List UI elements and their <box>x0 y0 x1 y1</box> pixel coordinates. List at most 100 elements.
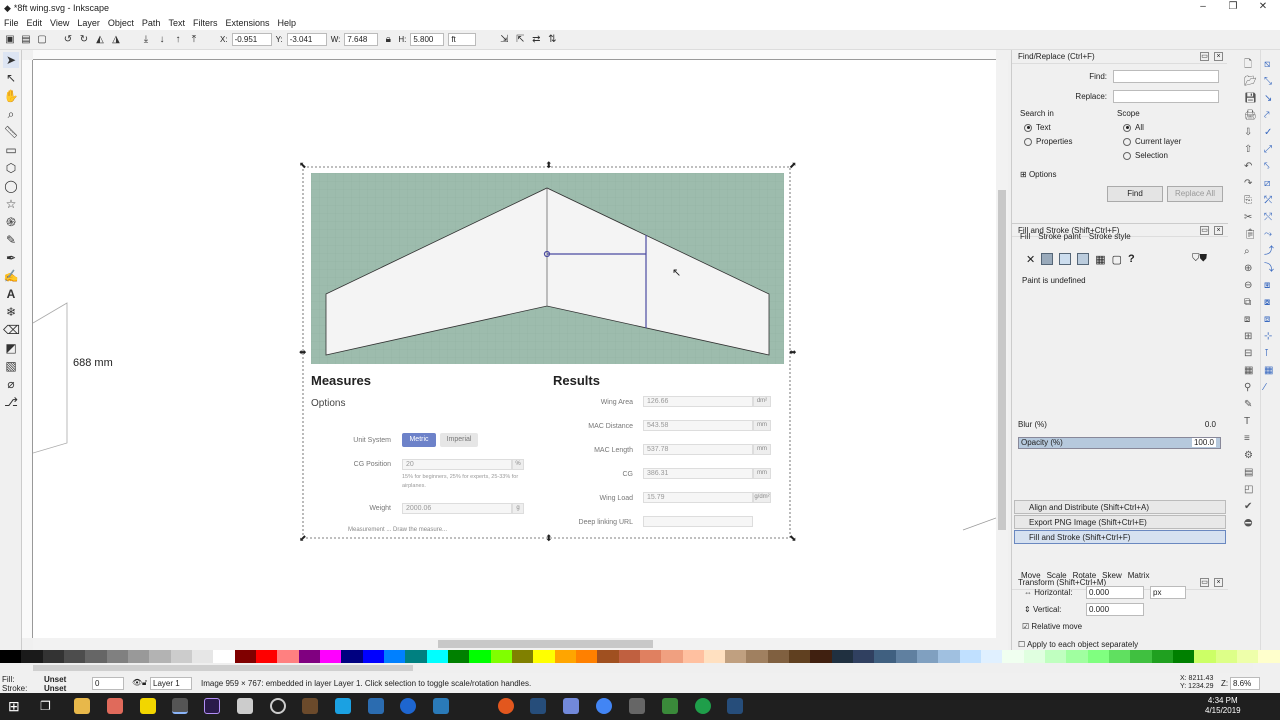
menu-file[interactable]: File <box>0 18 23 28</box>
menu-filters[interactable]: Filters <box>189 18 222 28</box>
rotate-ccw-icon[interactable]: ↺ <box>62 34 74 46</box>
palette-swatch[interactable] <box>1194 650 1216 663</box>
app-icon[interactable] <box>662 698 678 714</box>
blur-value[interactable]: 0.0 <box>1205 420 1216 429</box>
palette-swatch[interactable] <box>789 650 811 663</box>
discord-icon[interactable] <box>563 698 579 714</box>
palette-swatch[interactable] <box>319 650 342 663</box>
lower-icon[interactable]: ↓ <box>156 34 168 46</box>
vertical-scrollbar[interactable] <box>996 60 1008 638</box>
layer-visibility-icon[interactable]: 👁︎ <box>132 678 142 687</box>
app-icon[interactable] <box>107 698 123 714</box>
palette-swatch[interactable] <box>383 650 406 663</box>
premiere-icon[interactable] <box>204 698 220 714</box>
scale-corners-icon[interactable]: ⇱ <box>514 34 526 46</box>
search-text-radio[interactable]: Text <box>1024 123 1051 132</box>
scale-handle[interactable]: ⬉ <box>299 160 307 171</box>
vertical-ruler[interactable] <box>22 60 33 638</box>
palette-scroll-thumb[interactable] <box>33 665 413 671</box>
palette-swatch[interactable] <box>597 650 619 663</box>
palette-swatch[interactable] <box>661 650 683 663</box>
node-tool-icon[interactable]: ↖ <box>3 70 19 86</box>
weight-input[interactable]: 2000.06 <box>402 503 512 514</box>
palette-swatch[interactable] <box>1130 650 1152 663</box>
scale-handle[interactable]: ⬋ <box>299 533 307 544</box>
relative-move-checkbox[interactable]: ☑ Relative move <box>1022 622 1082 631</box>
palette-swatch[interactable] <box>341 650 363 663</box>
palette-swatch[interactable] <box>746 650 768 663</box>
calculator-icon[interactable] <box>237 698 253 714</box>
app-icon[interactable] <box>498 698 514 714</box>
palette-swatch[interactable] <box>106 650 128 663</box>
flat-color-icon[interactable] <box>1041 253 1054 265</box>
palette-swatch[interactable] <box>725 650 747 663</box>
menu-extensions[interactable]: Extensions <box>221 18 273 28</box>
palette-swatch[interactable] <box>191 650 214 663</box>
palette-swatch[interactable] <box>511 650 534 663</box>
sticky-notes-icon[interactable] <box>140 698 156 714</box>
tab-fill[interactable]: Fill <box>1020 232 1030 241</box>
transform-unit-select[interactable]: px <box>1150 586 1186 599</box>
palette-swatch[interactable] <box>405 650 427 663</box>
lower-bottom-icon[interactable]: ⤓ <box>140 34 152 46</box>
menu-object[interactable]: Object <box>104 18 138 28</box>
app-icon[interactable] <box>695 698 711 714</box>
calligraphy-tool-icon[interactable]: ✍ <box>3 268 19 284</box>
selector-tool-icon[interactable]: ➤ <box>3 52 19 68</box>
unit-select[interactable]: ft <box>448 33 477 46</box>
apply-each-checkbox[interactable]: ☐ Apply to each object separately <box>1018 640 1138 649</box>
scale-handle[interactable]: ⬍ <box>545 160 553 171</box>
measure-tool-icon[interactable]: 📏︎ <box>3 124 19 140</box>
tab-matrix[interactable]: Matrix <box>1128 571 1150 580</box>
app-icon[interactable] <box>335 698 351 714</box>
menu-path[interactable]: Path <box>138 18 165 28</box>
app-icon[interactable] <box>629 698 645 714</box>
snap-icons[interactable]: ⧅ ⤡ ↘ ⤤ ✓ ⤢ ⤣ ⧄ ⤱ ⤲ ⤳ ⤴ ⤵ ⧆ ⧇ ⧈ ⊹ ⊺ ▦ ∕ <box>1264 56 1274 396</box>
menu-layer[interactable]: Layer <box>73 18 104 28</box>
opacity-value[interactable]: 100.0 <box>1191 438 1216 447</box>
tweak-tool-icon[interactable]: ✋ <box>3 88 19 104</box>
align-distribute-panel[interactable]: Align and Distribute (Shift+Ctrl+A) <box>1014 500 1226 514</box>
zoom-tool-icon[interactable]: ⌕ <box>3 106 19 122</box>
close-button[interactable]: ✕ <box>1248 0 1278 16</box>
pencil-tool-icon[interactable]: ✎ <box>3 232 19 248</box>
menu-edit[interactable]: Edit <box>23 18 47 28</box>
palette-swatch[interactable] <box>917 650 939 663</box>
dropper-tool-icon[interactable]: ⌀ <box>3 376 19 392</box>
opacity-spinner[interactable]: 0 <box>92 677 124 690</box>
panel-iconify-icon[interactable]: ▭ <box>1200 226 1209 235</box>
blur-row[interactable]: Blur (%) 0.0 <box>1018 420 1226 432</box>
eraser-tool-icon[interactable]: ⌫ <box>3 322 20 338</box>
palette-swatch[interactable] <box>831 650 854 663</box>
fill-value[interactable]: Unset <box>44 675 66 684</box>
scale-handle[interactable]: ⬌ <box>299 347 307 358</box>
panel-iconify-icon[interactable]: ▭ <box>1200 578 1209 587</box>
spiral-tool-icon[interactable]: ֍ <box>3 214 19 230</box>
flip-horizontal-icon[interactable]: ◭ <box>94 34 106 46</box>
scope-selection-radio[interactable]: Selection <box>1123 151 1168 160</box>
palette-swatch[interactable] <box>42 650 64 663</box>
deselect-icon[interactable]: ▢ <box>36 34 48 46</box>
palette-swatch[interactable] <box>170 650 192 663</box>
app-icon[interactable] <box>302 698 318 714</box>
embedded-wing-image[interactable]: Measures Options Results Unit System Met… <box>311 173 784 535</box>
palette-swatch[interactable] <box>618 650 640 663</box>
3d-box-tool-icon[interactable]: ⬡ <box>3 160 19 176</box>
star-tool-icon[interactable]: ☆ <box>3 196 19 212</box>
palette-swatch[interactable] <box>85 650 107 663</box>
palette-swatch[interactable] <box>554 650 576 663</box>
palette-swatch[interactable] <box>575 650 598 663</box>
app-icon[interactable] <box>433 698 449 714</box>
panel-close-icon[interactable]: × <box>1214 578 1223 587</box>
maximize-button[interactable]: ❐ <box>1218 0 1248 16</box>
steam-icon[interactable] <box>530 698 546 714</box>
y-input[interactable]: -3.041 <box>286 33 327 46</box>
select-all-layers-icon[interactable]: ▤ <box>20 34 32 46</box>
tab-rotate[interactable]: Rotate <box>1073 571 1097 580</box>
menu-help[interactable]: Help <box>273 18 300 28</box>
find-input[interactable] <box>1113 70 1219 83</box>
palette-swatch[interactable] <box>639 650 662 663</box>
horizontal-ruler[interactable] <box>33 50 996 60</box>
flip-vertical-icon[interactable]: ◮ <box>110 34 122 46</box>
raise-top-icon[interactable]: ⤒ <box>188 34 200 46</box>
